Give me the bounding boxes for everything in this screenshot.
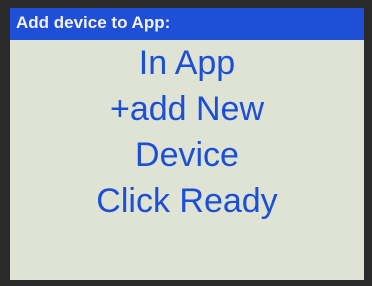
instruction-line-in-app: In App (138, 44, 236, 82)
lcd-screen: Add device to App: In App +add New Devic… (10, 8, 364, 280)
device-bezel: Add device to App: In App +add New Devic… (0, 0, 372, 286)
instruction-line-device: Device (135, 136, 239, 174)
title-bar: Add device to App: (10, 8, 364, 40)
instruction-line-click-ready: Click Ready (96, 182, 278, 220)
instruction-line-add-new: +add New (109, 90, 265, 128)
screen-title: Add device to App: (16, 13, 171, 32)
instruction-text: In App +add New Device Click Ready (10, 40, 364, 224)
